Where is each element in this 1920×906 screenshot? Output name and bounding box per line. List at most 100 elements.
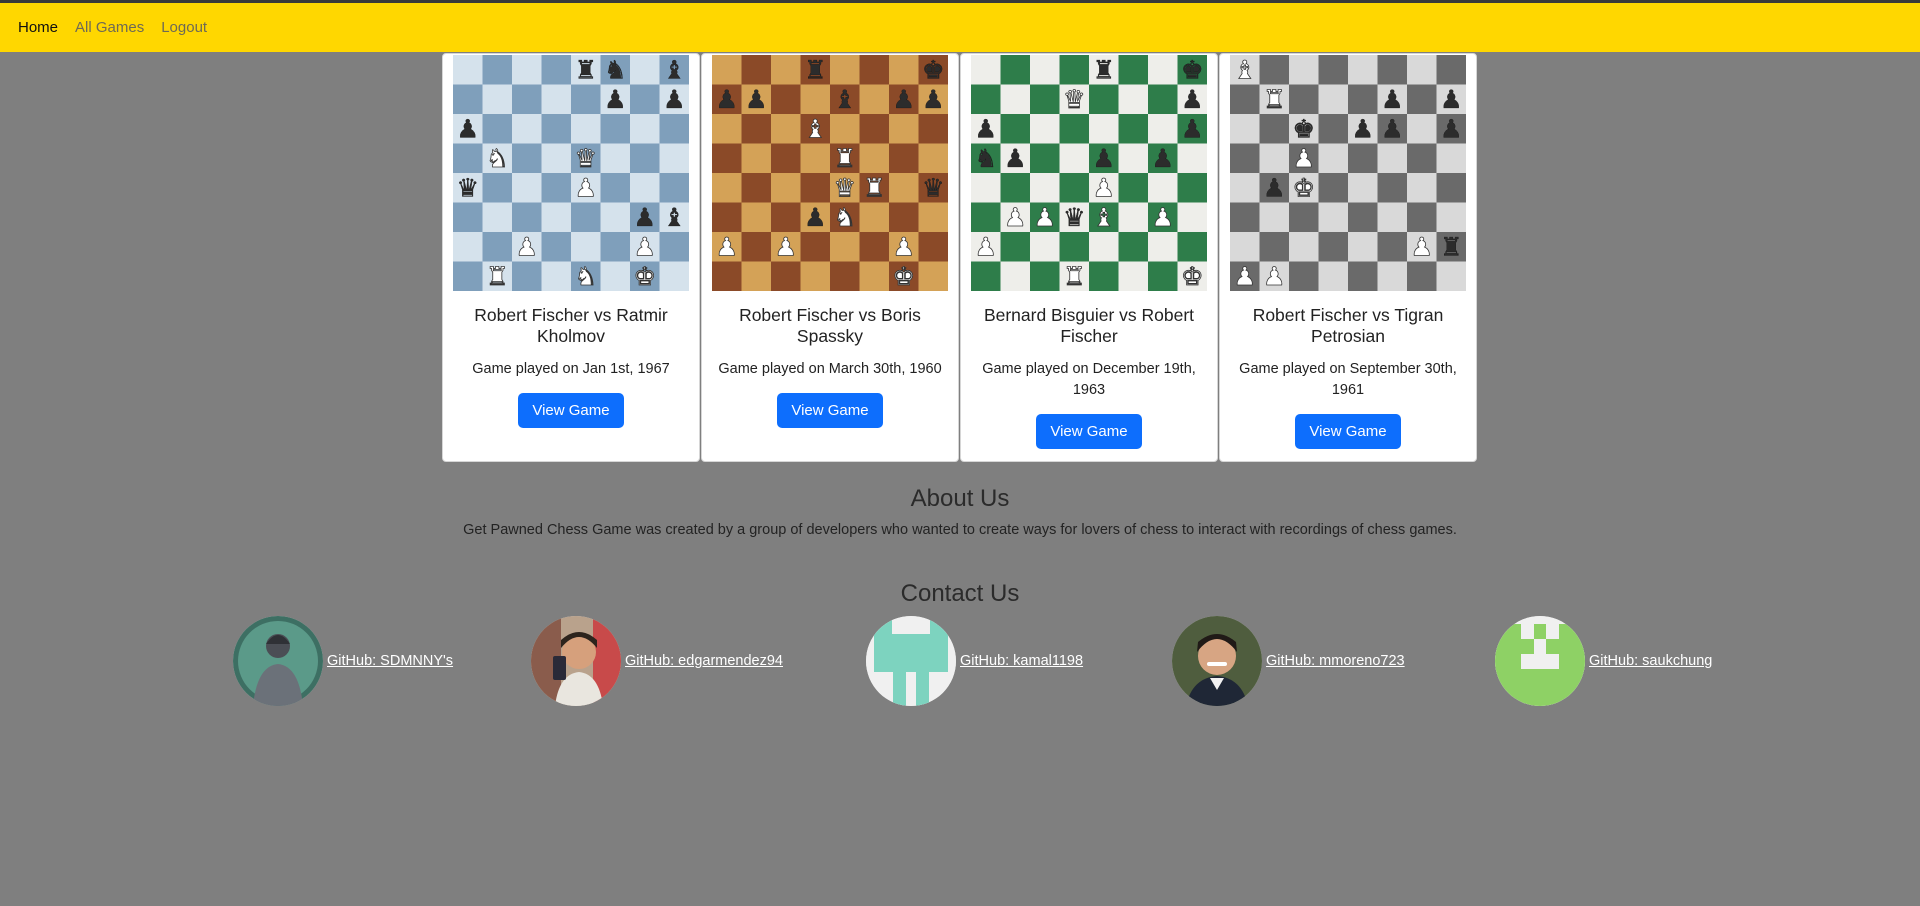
svg-text:♜: ♜ [1440, 232, 1463, 262]
github-link[interactable]: GitHub: mmoreno723 [1266, 653, 1405, 669]
github-link[interactable]: GitHub: kamal1198 [960, 653, 1083, 669]
game-date: Game played on March 30th, 1960 [718, 361, 942, 377]
svg-text:♝: ♝ [833, 84, 856, 114]
svg-text:♛: ♛ [833, 173, 856, 203]
view-game-button[interactable]: View Game [1295, 414, 1401, 449]
github-link[interactable]: GitHub: SDMNNY's [327, 653, 453, 669]
svg-text:♜: ♜ [863, 173, 886, 203]
svg-text:♟: ♟ [1092, 143, 1115, 173]
svg-text:♟: ♟ [774, 232, 797, 262]
svg-text:♟: ♟ [1151, 143, 1174, 173]
svg-text:♞: ♞ [574, 261, 597, 291]
svg-text:♟: ♟ [1004, 143, 1027, 173]
svg-text:♟: ♟ [745, 84, 768, 114]
game-card: ♜ ♞ ♝ ♟ ♟ ♟ ♞ ♛ ♛ ♟ ♟ ♝ ♟ ♟ ♜ ♞ ♚ Robert Fischer vs Ratm… [442, 53, 700, 462]
view-game-button[interactable]: View Game [518, 393, 624, 428]
about-heading: About Us [910, 485, 1010, 512]
svg-text:♜: ♜ [486, 261, 509, 291]
svg-text:♜: ♜ [1063, 261, 1086, 291]
svg-text:♟: ♟ [1410, 232, 1433, 262]
svg-text:♟: ♟ [1151, 202, 1174, 232]
game-card: ♜ ♚ ♛ ♟ ♟ ♟ ♞ ♟ ♟ ♟ ♟ ♟ ♟ ♛ ♝ ♟ ♟ ♜ ♚ Bernard Bisguier vs … [960, 53, 1218, 462]
svg-text:♟: ♟ [1440, 114, 1463, 144]
game-card: ♜ ♚ ♟ ♟ ♝ ♟ ♟ ♝ ♜ ♛ ♜ ♛ ♟ ♞ ♟ ♟ ♟ ♚ Robert Fischer vs Bor… [701, 53, 959, 462]
svg-text:♟: ♟ [715, 232, 738, 262]
svg-text:♟: ♟ [892, 84, 915, 114]
svg-text:♛: ♛ [1063, 84, 1086, 114]
svg-text:♟: ♟ [974, 232, 997, 262]
nav-logout[interactable]: Logout [161, 19, 207, 36]
svg-text:♝: ♝ [1233, 55, 1256, 85]
svg-text:♟: ♟ [1351, 114, 1374, 144]
svg-text:♟: ♟ [715, 84, 738, 114]
svg-text:♟: ♟ [604, 84, 627, 114]
avatar [1172, 616, 1262, 706]
svg-text:♟: ♟ [1233, 261, 1256, 291]
nav-home[interactable]: Home [18, 19, 58, 36]
svg-text:♟: ♟ [633, 202, 656, 232]
svg-text:♟: ♟ [1004, 202, 1027, 232]
svg-text:♚: ♚ [1181, 261, 1204, 291]
avatar [233, 616, 323, 706]
svg-text:♚: ♚ [892, 261, 915, 291]
game-title: Robert Fischer vs Ratmir Kholmov [474, 305, 668, 346]
svg-text:♜: ♜ [1092, 55, 1115, 85]
svg-text:♛: ♛ [1063, 202, 1086, 232]
svg-text:♟: ♟ [804, 202, 827, 232]
svg-text:♝: ♝ [663, 202, 686, 232]
svg-text:♛: ♛ [574, 143, 597, 173]
contact-item: GitHub: kamal1198 [866, 616, 1083, 706]
svg-text:♜: ♜ [1263, 84, 1286, 114]
svg-text:♚: ♚ [922, 55, 945, 85]
svg-text:♟: ♟ [1440, 84, 1463, 114]
svg-text:♝: ♝ [1092, 202, 1115, 232]
svg-text:♞: ♞ [974, 143, 997, 173]
chess-board-image[interactable]: ♝ ♜ ♟ ♟ ♚ ♟ ♟ ♟ ♟ ♟ ♚ ♟ ♜ ♟ ♟ [1230, 55, 1466, 291]
identicon-avatar [866, 616, 956, 706]
chess-board-image[interactable]: ♜ ♞ ♝ ♟ ♟ ♟ ♞ ♛ ♛ ♟ ♟ ♝ ♟ ♟ ♜ ♞ ♚ [453, 55, 689, 291]
svg-text:♝: ♝ [663, 55, 686, 85]
nav-all-games[interactable]: All Games [75, 19, 144, 36]
svg-text:♜: ♜ [804, 55, 827, 85]
game-title: Robert Fischer vs Boris Spassky [739, 305, 921, 346]
svg-text:♚: ♚ [1292, 173, 1315, 203]
svg-text:♟: ♟ [574, 173, 597, 203]
svg-text:♜: ♜ [833, 143, 856, 173]
svg-text:♞: ♞ [833, 202, 856, 232]
contact-item: GitHub: saukchung [1495, 616, 1712, 706]
svg-text:♟: ♟ [515, 232, 538, 262]
avatar [531, 616, 621, 706]
svg-text:♚: ♚ [1181, 55, 1204, 85]
svg-text:♟: ♟ [663, 84, 686, 114]
svg-text:♟: ♟ [1292, 143, 1315, 173]
svg-text:♞: ♞ [486, 143, 509, 173]
game-title: Bernard Bisguier vs Robert Fischer [983, 305, 1195, 346]
svg-text:♟: ♟ [1181, 84, 1204, 114]
svg-text:♟: ♟ [1092, 173, 1115, 203]
chess-board-image[interactable]: ♜ ♚ ♟ ♟ ♝ ♟ ♟ ♝ ♜ ♛ ♜ ♛ ♟ ♞ ♟ ♟ ♟ ♚ [712, 55, 948, 291]
view-game-button[interactable]: View Game [1036, 414, 1142, 449]
chess-board-image[interactable]: ♜ ♚ ♛ ♟ ♟ ♟ ♞ ♟ ♟ ♟ ♟ ♟ ♟ ♛ ♝ ♟ ♟ ♜ ♚ [971, 55, 1207, 291]
navbar: Home All Games Logout [0, 3, 1920, 52]
contact-item: GitHub: SDMNNY's [233, 616, 453, 706]
svg-text:♞: ♞ [604, 55, 627, 85]
github-link[interactable]: GitHub: edgarmendez94 [625, 653, 783, 669]
svg-text:♟: ♟ [1263, 173, 1286, 203]
svg-text:♟: ♟ [1381, 114, 1404, 144]
view-game-button[interactable]: View Game [777, 393, 883, 428]
svg-text:♟: ♟ [1033, 202, 1056, 232]
svg-text:♝: ♝ [804, 114, 827, 144]
game-date: Game played on Jan 1st, 1967 [472, 361, 670, 377]
svg-text:♟: ♟ [922, 84, 945, 114]
github-link[interactable]: GitHub: saukchung [1589, 653, 1712, 669]
svg-text:♟: ♟ [892, 232, 915, 262]
svg-text:♟: ♟ [456, 114, 479, 144]
svg-text:♟: ♟ [1181, 114, 1204, 144]
svg-text:♟: ♟ [1381, 84, 1404, 114]
svg-text:♛: ♛ [456, 173, 479, 203]
game-date: Game played on December 19th, 1963 [982, 361, 1196, 398]
svg-text:♚: ♚ [1292, 114, 1315, 144]
about-text: Get Pawned Chess Game was created by a g… [463, 522, 1457, 538]
contact-item: GitHub: edgarmendez94 [531, 616, 783, 706]
identicon-avatar [1495, 616, 1585, 706]
